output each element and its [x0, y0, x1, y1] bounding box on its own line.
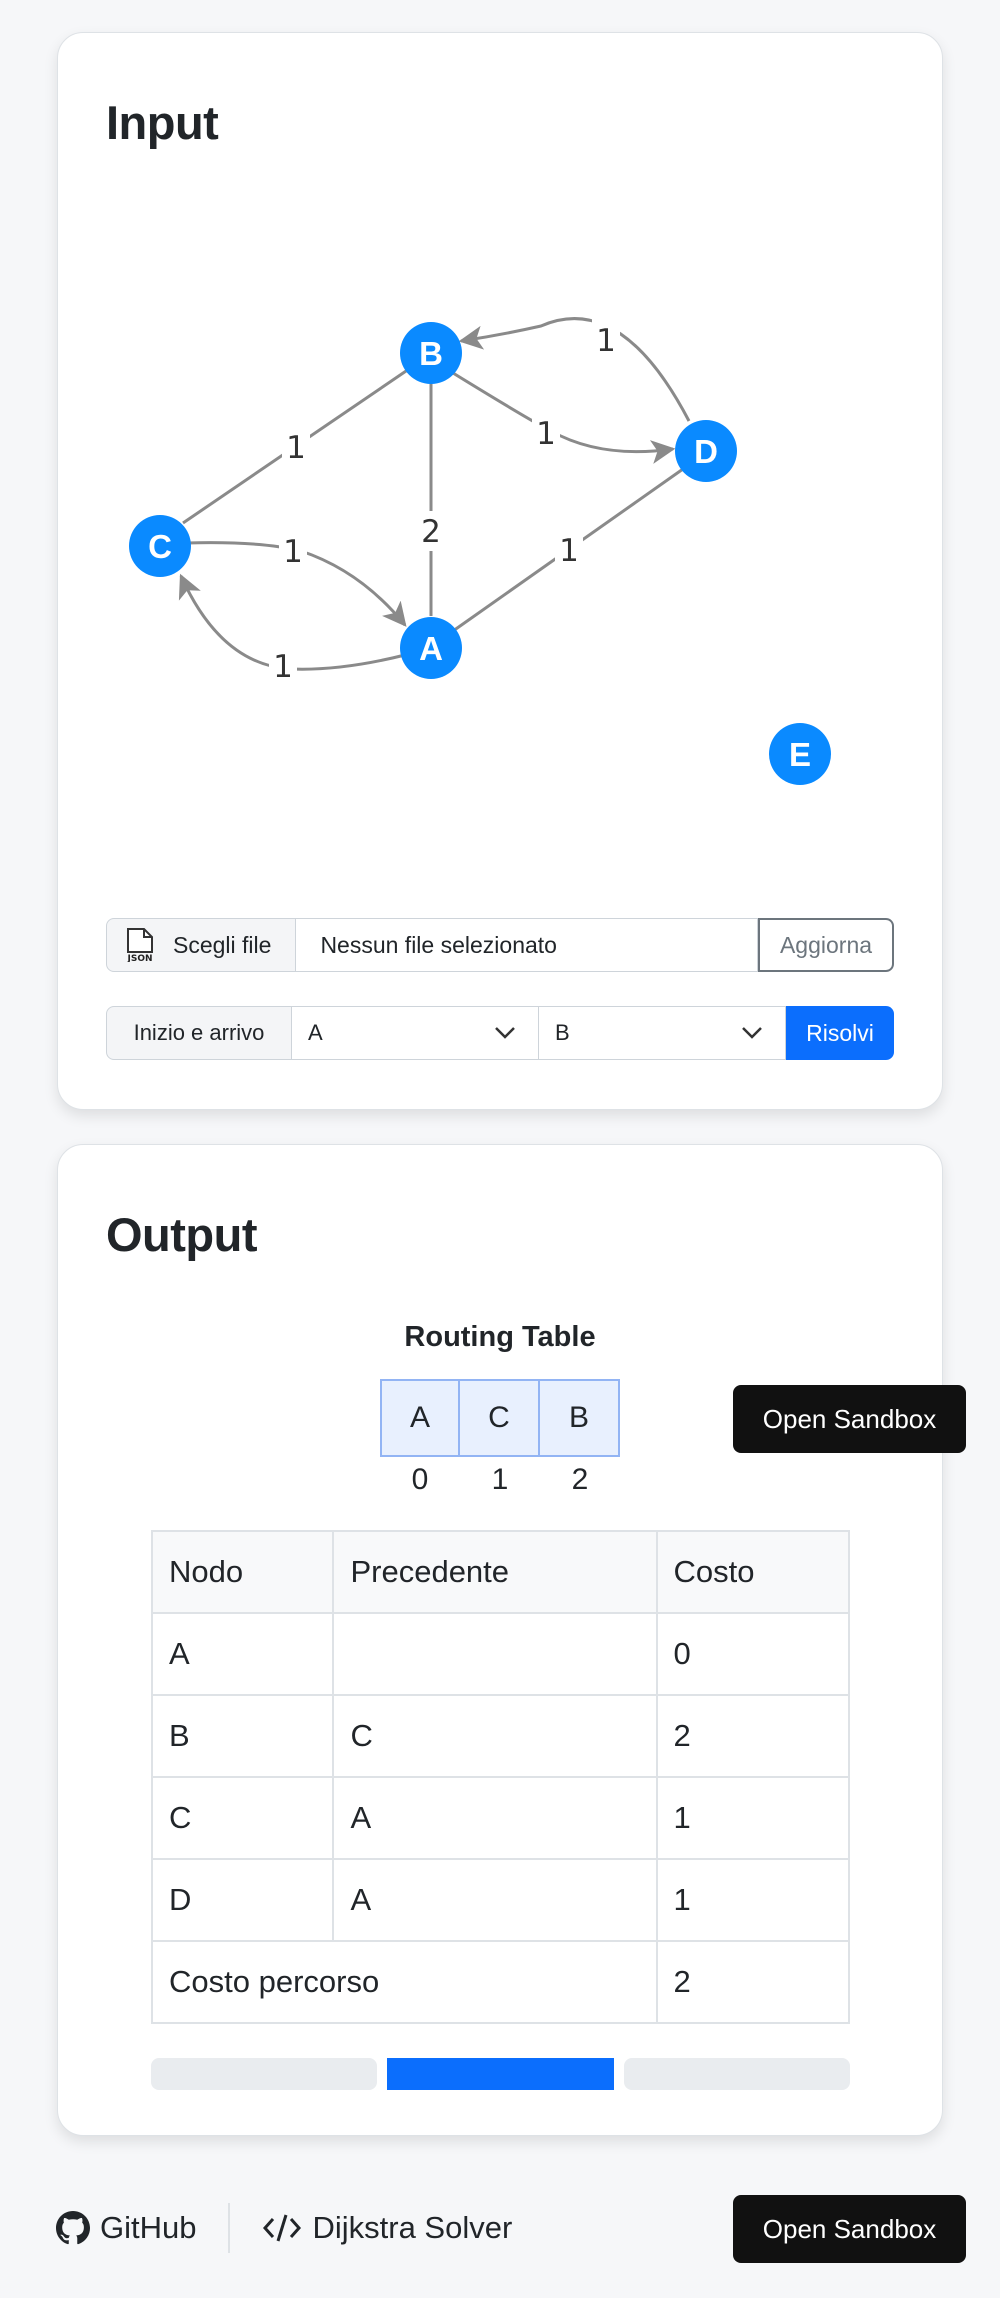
chevron-down-icon — [742, 1027, 762, 1039]
routing-table-entry: A 0 — [380, 1379, 460, 1497]
svg-text:1: 1 — [596, 323, 616, 359]
table-total-row: Costo percorso 2 — [151, 1940, 851, 2024]
graph-node-d[interactable]: D — [675, 420, 737, 482]
cell-node: C — [150, 1776, 335, 1860]
progress-segment[interactable] — [623, 2058, 850, 2090]
graph-node-a[interactable]: A — [400, 617, 462, 679]
total-cost-value: 2 — [655, 1940, 851, 2024]
json-icon-text: JSON — [126, 954, 152, 962]
edge-weight-a-b: 2 — [417, 511, 445, 551]
end-node-select[interactable]: B — [539, 1006, 786, 1060]
app-label: Dijkstra Solver — [312, 2210, 513, 2245]
edge-weight-c-b: 1 — [282, 426, 310, 466]
routing-table-entry: B 2 — [540, 1379, 620, 1497]
github-label: GitHub — [100, 2210, 197, 2245]
routing-table-node: B — [540, 1379, 620, 1457]
svg-text:1: 1 — [536, 416, 556, 452]
cell-node: A — [150, 1612, 335, 1696]
table-header-row: Nodo Precedente Costo — [150, 1530, 851, 1614]
end-node-value: B — [555, 1020, 570, 1045]
open-sandbox-button-footer[interactable]: Open Sandbox — [733, 2195, 966, 2263]
svg-text:D: D — [694, 433, 718, 470]
routing-table-index: 0 — [411, 1463, 429, 1496]
choose-file-label: Scegli file — [173, 931, 272, 958]
cell-cost: 2 — [655, 1694, 851, 1778]
start-node-select[interactable]: A — [292, 1006, 539, 1060]
svg-text:A: A — [419, 630, 443, 667]
routing-table-entry: C 1 — [460, 1379, 540, 1497]
cell-cost: 1 — [655, 1858, 851, 1942]
step-progress — [151, 2058, 850, 2090]
input-card: Input 1 2 1 1 1 1 1 B D C A E JSON Scegl… — [57, 32, 943, 1110]
routing-table-index: 2 — [571, 1463, 589, 1496]
start-node-value: A — [308, 1020, 323, 1045]
routing-table-node: A — [380, 1379, 460, 1457]
edge-weight-d-b: 1 — [592, 319, 620, 359]
routing-table-node: C — [460, 1379, 540, 1457]
cell-previous: A — [332, 1776, 658, 1860]
svg-text:1: 1 — [559, 533, 579, 569]
cell-node: B — [150, 1694, 335, 1778]
output-title: Output — [106, 1208, 258, 1261]
table-row: C A 1 — [150, 1776, 851, 1860]
route-select-group: Inizio e arrivo A B Risolvi — [106, 1006, 894, 1060]
progress-segment[interactable] — [151, 2058, 378, 2090]
selected-file-name: Nessun file selezionato — [296, 918, 758, 972]
route-label: Inizio e arrivo — [106, 1006, 292, 1060]
svg-text:1: 1 — [283, 534, 303, 570]
edge-b-d — [452, 371, 676, 464]
graph-canvas[interactable]: 1 2 1 1 1 1 1 B D C A E — [58, 33, 944, 833]
header-cost: Costo — [655, 1530, 851, 1614]
update-button[interactable]: Aggiorna — [758, 918, 894, 972]
routing-table-title: Routing Table — [404, 1321, 596, 1353]
edge-weight-a-c: 1 — [269, 646, 297, 686]
app-link[interactable]: Dijkstra Solver — [262, 2210, 512, 2246]
graph-node-c[interactable]: C — [129, 515, 191, 577]
footer: GitHub Dijkstra Solver — [56, 2193, 512, 2263]
footer-divider — [228, 2203, 231, 2253]
svg-text:1: 1 — [273, 649, 293, 685]
open-sandbox-button[interactable]: Open Sandbox — [733, 1385, 966, 1453]
file-input-group: JSON Scegli file Nessun file selezionato… — [106, 918, 894, 972]
svg-text:C: C — [148, 528, 172, 565]
cell-previous: A — [332, 1858, 658, 1942]
routing-table-index: 1 — [491, 1463, 509, 1496]
svg-text:2: 2 — [421, 514, 441, 550]
solve-button[interactable]: Risolvi — [786, 1006, 894, 1060]
header-previous: Precedente — [332, 1530, 658, 1614]
chevron-down-icon — [495, 1027, 515, 1039]
choose-file-button[interactable]: JSON Scegli file — [106, 918, 297, 972]
svg-text:1: 1 — [286, 430, 306, 466]
result-table: Nodo Precedente Costo A 0 B C 2 C A 1 D … — [150, 1530, 851, 2024]
header-node: Nodo — [150, 1530, 335, 1614]
cell-node: D — [150, 1858, 335, 1942]
github-icon — [56, 2211, 90, 2245]
output-card: Output Routing Table A 0 C 1 B 2 Nodo Pr… — [57, 1144, 943, 2136]
routing-table: A 0 C 1 B 2 — [380, 1379, 620, 1497]
github-link[interactable]: GitHub — [56, 2210, 196, 2246]
json-file-icon: JSON — [126, 928, 153, 962]
table-row: B C 2 — [150, 1694, 851, 1778]
table-row: A 0 — [150, 1612, 851, 1696]
cell-previous: C — [332, 1694, 658, 1778]
graph-node-b[interactable]: B — [400, 322, 462, 384]
progress-segment-active[interactable] — [387, 2058, 614, 2090]
cell-previous — [332, 1612, 658, 1696]
edge-weight-c-a: 1 — [279, 531, 307, 571]
table-row: D A 1 — [150, 1858, 851, 1942]
cell-cost: 1 — [655, 1776, 851, 1860]
svg-text:B: B — [419, 335, 443, 372]
cell-cost: 0 — [655, 1612, 851, 1696]
svg-text:E: E — [789, 736, 811, 773]
edge-weight-b-d: 1 — [532, 413, 560, 453]
graph-node-e[interactable]: E — [769, 723, 831, 785]
edge-weight-a-d: 1 — [555, 529, 583, 569]
edge-d-b — [458, 317, 691, 422]
total-cost-label: Costo percorso — [151, 1940, 658, 2024]
code-icon — [263, 2214, 302, 2242]
